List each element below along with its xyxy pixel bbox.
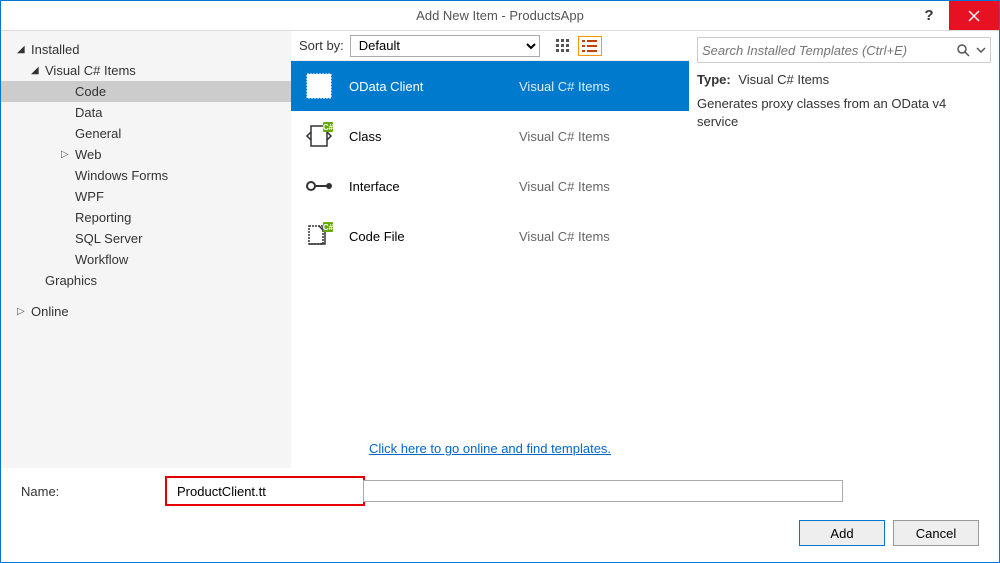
template-icon: C# <box>303 120 335 152</box>
footer: Name: Add Cancel <box>1 468 999 560</box>
svg-text:C#: C# <box>323 123 334 132</box>
chevron-down-icon[interactable] <box>976 45 986 55</box>
template-name: Interface <box>349 179 519 194</box>
titlebar: Add New Item - ProductsApp ? <box>1 1 999 31</box>
sidebar-item-label: Workflow <box>75 252 128 267</box>
sidebar-item-web[interactable]: ▷Web <box>1 144 291 165</box>
caret-down-icon: ◢ <box>17 44 29 55</box>
sidebar-item-workflow[interactable]: Workflow <box>1 249 291 270</box>
add-button[interactable]: Add <box>799 520 885 546</box>
name-input-ext[interactable] <box>363 480 843 502</box>
window-title: Add New Item - ProductsApp <box>416 8 584 23</box>
category-sidebar: ◢ Installed ◢Visual C# ItemsCodeDataGene… <box>1 31 291 468</box>
template-item-code-file[interactable]: C# Code FileVisual C# Items <box>291 211 689 261</box>
type-row: Type: Visual C# Items <box>697 71 991 89</box>
sort-label: Sort by: <box>299 38 344 53</box>
sidebar-root-online[interactable]: ▷ Online <box>1 301 291 322</box>
details-pane: Type: Visual C# Items Generates proxy cl… <box>689 31 999 468</box>
template-language: Visual C# Items <box>519 129 610 144</box>
sidebar-installed-label: Installed <box>31 42 79 57</box>
button-row: Add Cancel <box>21 520 979 546</box>
template-name: Code File <box>349 229 519 244</box>
list-icon <box>582 39 598 53</box>
sidebar-item-sql-server[interactable]: SQL Server <box>1 228 291 249</box>
sidebar-item-windows-forms[interactable]: Windows Forms <box>1 165 291 186</box>
sidebar-item-label: SQL Server <box>75 231 142 246</box>
template-icon: C# <box>303 220 335 252</box>
template-icon <box>303 70 335 102</box>
sidebar-item-general[interactable]: General <box>1 123 291 144</box>
type-value: Visual C# Items <box>738 72 829 87</box>
sidebar-item-label: Code <box>75 84 106 99</box>
sidebar-online-label: Online <box>31 304 69 319</box>
name-highlight <box>165 476 365 506</box>
name-input[interactable] <box>173 480 357 502</box>
online-link-row: Click here to go online and find templat… <box>291 430 689 468</box>
svg-text:C#: C# <box>323 223 334 232</box>
name-label: Name: <box>21 484 171 499</box>
search-icon <box>956 43 970 57</box>
online-templates-link[interactable]: Click here to go online and find templat… <box>369 441 611 456</box>
template-pane: Sort by: Default <box>291 31 689 468</box>
sidebar-item-label: Data <box>75 105 102 120</box>
caret-right-icon: ▷ <box>61 149 73 160</box>
help-button[interactable]: ? <box>909 1 949 30</box>
template-icon <box>303 170 335 202</box>
grid-icon <box>556 39 572 53</box>
view-list-button[interactable] <box>578 36 602 56</box>
sidebar-item-graphics[interactable]: Graphics <box>1 270 291 291</box>
template-list[interactable]: OData ClientVisual C# ItemsC#ClassVisual… <box>291 61 689 430</box>
content: ◢ Installed ◢Visual C# ItemsCodeDataGene… <box>1 31 999 468</box>
template-name: OData Client <box>349 79 519 94</box>
search-input[interactable] <box>702 43 956 58</box>
name-row: Name: <box>21 476 979 506</box>
sidebar-item-code[interactable]: Code <box>1 81 291 102</box>
type-label: Type: <box>697 72 731 87</box>
window-controls: ? <box>909 1 999 30</box>
sidebar-root-installed[interactable]: ◢ Installed <box>1 39 291 60</box>
template-language: Visual C# Items <box>519 79 610 94</box>
sidebar-item-label: WPF <box>75 189 104 204</box>
template-language: Visual C# Items <box>519 179 610 194</box>
sidebar-item-wpf[interactable]: WPF <box>1 186 291 207</box>
template-item-odata-client[interactable]: OData ClientVisual C# Items <box>291 61 689 111</box>
close-button[interactable] <box>949 1 999 30</box>
caret-right-icon: ▷ <box>17 306 29 317</box>
sort-select[interactable]: Default <box>350 35 540 57</box>
cancel-button[interactable]: Cancel <box>893 520 979 546</box>
caret-down-icon: ◢ <box>31 65 43 76</box>
view-grid-button[interactable] <box>552 36 576 56</box>
sidebar-item-label: Reporting <box>75 210 131 225</box>
description: Generates proxy classes from an OData v4… <box>697 95 991 131</box>
sidebar-item-label: Windows Forms <box>75 168 168 183</box>
search-box[interactable] <box>697 37 991 63</box>
toolbar: Sort by: Default <box>291 31 689 61</box>
template-item-interface[interactable]: InterfaceVisual C# Items <box>291 161 689 211</box>
sidebar-item-label: Visual C# Items <box>45 63 136 78</box>
sidebar-item-label: Web <box>75 147 102 162</box>
template-language: Visual C# Items <box>519 229 610 244</box>
sidebar-item-reporting[interactable]: Reporting <box>1 207 291 228</box>
sidebar-item-label: General <box>75 126 121 141</box>
sidebar-item-data[interactable]: Data <box>1 102 291 123</box>
template-item-class[interactable]: C# ClassVisual C# Items <box>291 111 689 161</box>
template-name: Class <box>349 129 519 144</box>
view-toggle <box>552 36 602 56</box>
sidebar-item-label: Graphics <box>45 273 97 288</box>
close-icon <box>968 10 980 22</box>
sidebar-item-visual-c-items[interactable]: ◢Visual C# Items <box>1 60 291 81</box>
